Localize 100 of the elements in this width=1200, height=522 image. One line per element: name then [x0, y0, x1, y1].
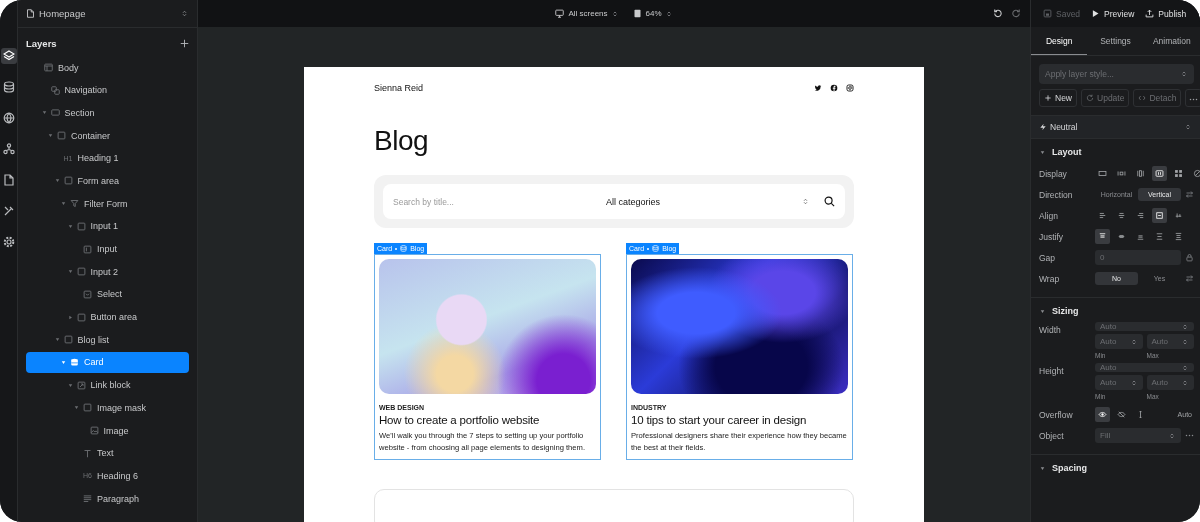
- caret-icon[interactable]: [73, 404, 80, 412]
- layer-item[interactable]: Blog list: [26, 329, 189, 351]
- components-icon[interactable]: [0, 141, 17, 157]
- layer-item[interactable]: Input 1: [26, 215, 189, 237]
- caret-icon[interactable]: [66, 222, 74, 230]
- box-layer-icon: [63, 176, 73, 186]
- caret-icon[interactable]: [60, 358, 67, 366]
- layer-name: Text: [97, 448, 114, 459]
- justify-icon[interactable]: [1095, 229, 1110, 244]
- layer-name: Image mask: [97, 402, 147, 413]
- caret-icon[interactable]: [53, 336, 61, 344]
- instagram-icon[interactable]: [846, 84, 854, 92]
- caret-icon[interactable]: [47, 132, 54, 140]
- publish-button[interactable]: Publish: [1145, 8, 1187, 19]
- page-icon: [26, 9, 35, 18]
- up-down-icon: [180, 9, 189, 18]
- box-layer-icon: [63, 335, 73, 345]
- layers-icon[interactable]: [0, 48, 17, 64]
- preview-button[interactable]: Preview: [1091, 8, 1135, 19]
- align-icon[interactable]: [1152, 208, 1167, 223]
- up-down-icon: [1181, 322, 1189, 331]
- overflow-visible-icon[interactable]: [1095, 407, 1110, 422]
- layer-name: Heading 6: [97, 470, 139, 481]
- layer-item[interactable]: Text: [26, 442, 189, 464]
- property-label: Align: [1039, 210, 1059, 221]
- property-label: Gap: [1039, 252, 1057, 263]
- box-layer-icon: [83, 403, 92, 413]
- variant-label: Neutral: [1050, 122, 1078, 132]
- layer-item[interactable]: Filter Form: [26, 193, 189, 215]
- layer-name: Filter Form: [84, 198, 128, 209]
- layer-item[interactable]: Select: [26, 283, 189, 305]
- layer-item[interactable]: Body: [26, 57, 189, 78]
- caret-icon[interactable]: [40, 109, 48, 117]
- card-title: 10 tips to start your career in design: [631, 414, 808, 426]
- database-icon: [652, 245, 660, 252]
- input-layer-icon: [83, 244, 92, 254]
- zoom-selector[interactable]: 64%: [632, 9, 673, 18]
- category-select[interactable]: All categories: [593, 196, 801, 207]
- caret-icon[interactable]: [60, 200, 67, 208]
- swap-icon[interactable]: [1185, 274, 1194, 283]
- monitor-icon: [555, 9, 565, 18]
- preview-icon: [1091, 9, 1101, 18]
- screen-selector[interactable]: All screens: [555, 9, 619, 18]
- twitter-icon[interactable]: [814, 84, 822, 92]
- panel-tab[interactable]: Animation: [1143, 27, 1200, 55]
- layer-item[interactable]: Input 2: [26, 261, 189, 283]
- component-layer-icon: [50, 85, 60, 95]
- layer-name: Image: [103, 425, 129, 436]
- add-icon[interactable]: [180, 39, 189, 48]
- up-down-icon: [1168, 431, 1176, 440]
- layer-name: Container: [71, 130, 111, 141]
- facebook-icon[interactable]: [830, 84, 838, 92]
- layer-item[interactable]: Paragraph: [26, 488, 189, 510]
- property-label: Justify: [1039, 231, 1065, 242]
- layer-name: Heading 1: [77, 153, 119, 164]
- layer-name: Section: [64, 107, 95, 118]
- box-layer-icon: [76, 267, 86, 277]
- display-flex-icon[interactable]: [1152, 166, 1167, 181]
- search-icon[interactable]: [824, 196, 835, 207]
- section-layer-icon: [50, 108, 60, 118]
- caret-icon[interactable]: [1039, 464, 1046, 472]
- caret-icon[interactable]: [1039, 148, 1046, 156]
- layer-name: Card: [84, 357, 104, 368]
- undo-icon[interactable]: [992, 8, 1003, 19]
- panel-tab[interactable]: Design: [1031, 27, 1088, 55]
- property-label: Direction: [1039, 189, 1074, 200]
- panel-tab[interactable]: Settings: [1087, 27, 1144, 55]
- property-label: Display: [1039, 168, 1068, 179]
- layer-item[interactable]: Navigation: [26, 79, 189, 101]
- select-layer-icon: [83, 289, 92, 299]
- swap-icon[interactable]: [1185, 190, 1194, 199]
- image-layer-icon: [89, 426, 99, 435]
- up-down-icon: [1181, 378, 1189, 387]
- caret-icon[interactable]: [1039, 307, 1046, 315]
- layer-item[interactable]: Container: [26, 125, 189, 147]
- layer-item[interactable]: Card: [26, 351, 189, 373]
- caret-icon[interactable]: [66, 268, 74, 276]
- layer-item[interactable]: Image: [26, 420, 189, 441]
- property-label: Wrap: [1039, 273, 1061, 284]
- up-down-icon: [1181, 337, 1189, 346]
- layer-item[interactable]: Image mask: [26, 397, 189, 419]
- lock-icon[interactable]: [1185, 253, 1194, 262]
- layer-item[interactable]: Section: [26, 102, 189, 124]
- section-title: Layout: [1052, 147, 1082, 157]
- caret-icon[interactable]: [53, 177, 61, 185]
- layer-item[interactable]: Input: [26, 238, 189, 260]
- layer-item[interactable]: Link block: [26, 374, 189, 396]
- layer-name: Link block: [90, 380, 131, 391]
- layer-item[interactable]: Form area: [26, 170, 189, 192]
- layer-name: Input 2: [90, 266, 119, 277]
- layer-name: Navigation: [64, 85, 108, 96]
- caret-icon[interactable]: [66, 381, 74, 389]
- variant-select[interactable]: Neutral: [1031, 116, 1200, 139]
- redo-icon[interactable]: [1011, 8, 1022, 19]
- page-selector[interactable]: Homepage: [26, 8, 86, 19]
- box-layer-icon: [57, 131, 66, 141]
- frame-layer-icon: [44, 63, 53, 72]
- new-button[interactable]: New: [1039, 89, 1077, 107]
- layer-item[interactable]: Button area: [26, 306, 189, 328]
- saved-icon: [1043, 9, 1052, 18]
